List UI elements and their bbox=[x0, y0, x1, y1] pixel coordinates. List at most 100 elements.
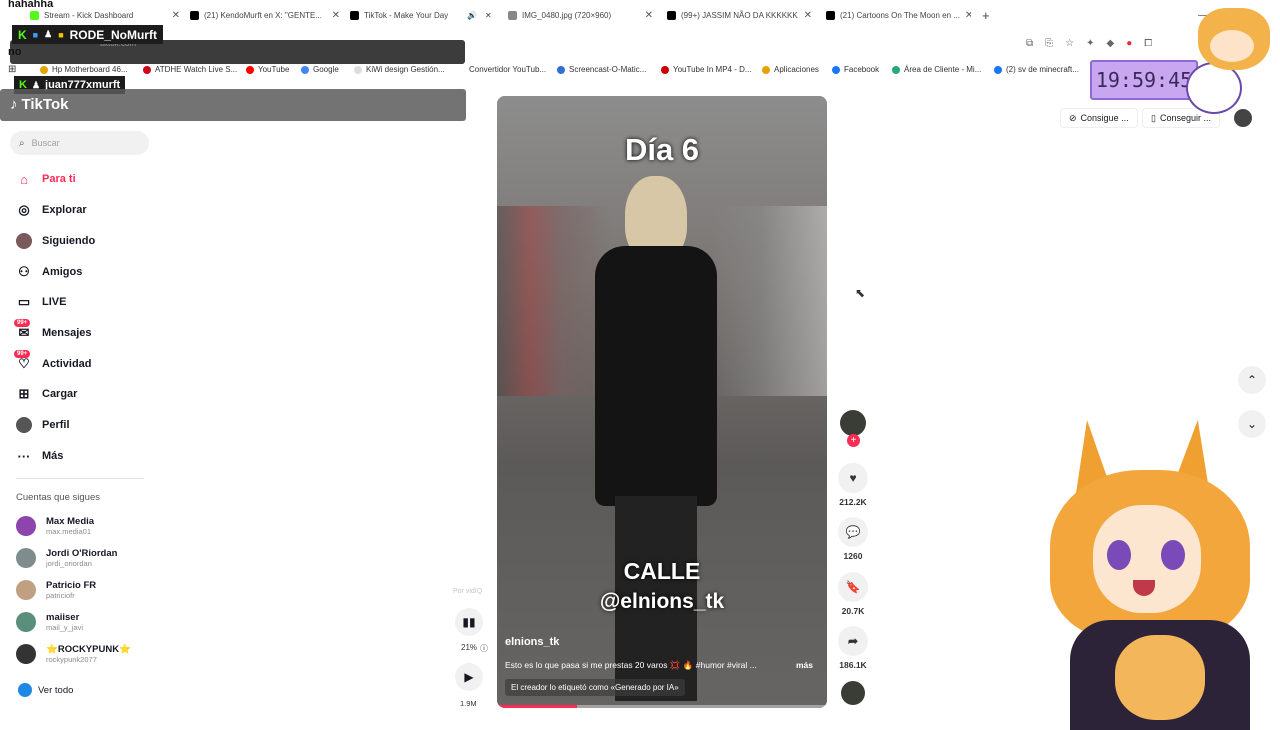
nav-siguiendo[interactable]: Siguiendo bbox=[16, 233, 95, 249]
bookmark-label: YouTube bbox=[258, 65, 290, 74]
following-account[interactable]: Max Media max.media01 bbox=[16, 516, 94, 536]
translate-icon[interactable]: ⧉ bbox=[1026, 38, 1033, 49]
following-account[interactable]: maiiser mail_y_javi bbox=[16, 612, 83, 632]
bookmark[interactable]: YouTube In MP4 - D... bbox=[661, 65, 752, 74]
address-bar: tiktok.com ⧉ ⎘ ☆ ✦ ◆ ● ⧠ bbox=[0, 30, 1280, 64]
bookmark[interactable]: Convertidor YouTub... bbox=[457, 65, 546, 74]
extension-icon[interactable]: ✦ bbox=[1086, 38, 1094, 49]
bookmark[interactable]: ATDHE Watch Live S... bbox=[143, 65, 237, 74]
nav-mensajes[interactable]: ✉ 99+ Mensajes bbox=[14, 319, 92, 341]
share-icon: ➦ bbox=[838, 626, 868, 656]
nav-para-ti[interactable]: ⌂ Para ti bbox=[16, 171, 76, 187]
streamer-badge: K ■ ♟ ■ RODE_NoMurft bbox=[12, 25, 163, 44]
bookmark[interactable]: Screencast-O-Matic... bbox=[557, 65, 646, 74]
phone-icon: ▯ bbox=[1151, 112, 1156, 123]
following-account[interactable]: Patricio FR patriciofr bbox=[16, 580, 96, 600]
bookmark-label: YouTube In MP4 - D... bbox=[673, 65, 752, 74]
nav-perfil[interactable]: Perfil bbox=[16, 417, 70, 433]
chevron-up-icon: ⌃ bbox=[1246, 373, 1258, 387]
compass-icon: ◎ bbox=[18, 202, 30, 217]
close-tab-icon[interactable]: ✕ bbox=[645, 10, 653, 21]
x-icon bbox=[190, 10, 199, 20]
user-avatar[interactable] bbox=[1234, 109, 1252, 127]
more-link[interactable]: más bbox=[796, 660, 813, 670]
nav-amigos[interactable]: ⚇ Amigos bbox=[16, 264, 82, 280]
bookmark[interactable]: Facebook bbox=[832, 65, 879, 74]
get-coins-button[interactable]: ⊘ Consigue ... bbox=[1060, 108, 1138, 128]
search-input[interactable]: ⌕ Buscar bbox=[10, 131, 149, 155]
comment-action[interactable]: 💬 1260 bbox=[838, 517, 868, 561]
browser-tab[interactable]: (99+) JASSIM NÃO DA KKKKKK ✕ bbox=[667, 6, 812, 24]
cast-icon[interactable]: ⎘ bbox=[1045, 38, 1053, 49]
see-all-link[interactable]: Ver todo bbox=[18, 683, 73, 697]
close-tab-icon[interactable]: ✕ bbox=[965, 10, 971, 21]
facebook-icon bbox=[994, 65, 1002, 74]
chibi-face-icon bbox=[1210, 30, 1254, 62]
browser-tab[interactable]: (21) KendoMurft en X: "GENTE... ✕ bbox=[190, 6, 340, 24]
badge-icon: ■ bbox=[58, 29, 64, 40]
creator-avatar[interactable] bbox=[840, 410, 866, 436]
bookmark-icon bbox=[892, 65, 900, 74]
play-button[interactable]: ▶ bbox=[455, 663, 483, 691]
nav-cargar[interactable]: ⊞ Cargar bbox=[16, 386, 78, 402]
nav-actividad[interactable]: ♡ 99+ Actividad bbox=[14, 350, 92, 372]
bookmark[interactable]: Hp Motherboard 46... bbox=[40, 65, 128, 74]
friends-icon: ⚇ bbox=[18, 264, 30, 279]
video-author[interactable]: elnions_tk bbox=[505, 636, 559, 648]
browser-tab[interactable]: (21) Cartoons On The Moon en ... ✕ bbox=[826, 6, 971, 24]
following-account[interactable]: Jordi O'Riordan jordi_oriordan bbox=[16, 548, 117, 568]
close-tab-icon[interactable]: ✕ bbox=[172, 10, 180, 21]
like-count: 212.2K bbox=[839, 497, 867, 507]
tab-label: (21) KendoMurft en X: "GENTE... bbox=[204, 10, 322, 20]
audio-icon[interactable]: 🔊 bbox=[467, 6, 487, 24]
bookmark-icon bbox=[40, 65, 48, 74]
bookmark[interactable]: Google bbox=[301, 65, 339, 74]
tab-label: IMG_0480.jpg (720×960) bbox=[522, 10, 612, 20]
stats-button[interactable]: ▮▮ bbox=[455, 608, 483, 636]
previous-video-button[interactable]: ⌃ bbox=[1238, 366, 1266, 394]
nav-explorar[interactable]: ◎ Explorar bbox=[16, 202, 86, 218]
record-icon[interactable]: ● bbox=[1126, 38, 1132, 49]
nav-live[interactable]: ▭ LIVE bbox=[16, 294, 67, 310]
percent-value: 21% bbox=[461, 643, 478, 652]
badge-icon: ■ bbox=[32, 29, 39, 40]
tab-label: Stream - Kick Dashboard bbox=[44, 10, 134, 20]
tab-label: TikTok - Make Your Day bbox=[364, 10, 449, 20]
search-icon: ⌕ bbox=[19, 137, 25, 149]
like-action[interactable]: ♥ 212.2K bbox=[838, 463, 868, 507]
video-player[interactable]: Día 6 CALLE @elnions_tk elnions_tk Esto … bbox=[497, 96, 827, 708]
youtube-icon bbox=[246, 65, 254, 74]
browser-tab[interactable]: TikTok - Make Your Day bbox=[350, 6, 460, 24]
apps-grid-icon[interactable]: ⊞ bbox=[8, 64, 16, 75]
nav-label: Actividad bbox=[42, 358, 92, 370]
star-icon[interactable]: ☆ bbox=[1065, 38, 1074, 49]
avatar bbox=[16, 612, 36, 632]
mouse-cursor-icon: ⬉ bbox=[855, 286, 866, 300]
music-disc-icon[interactable] bbox=[841, 681, 865, 705]
save-action[interactable]: 🔖 20.7K bbox=[838, 572, 868, 616]
save-count: 20.7K bbox=[841, 606, 865, 616]
share-count: 186.1K bbox=[839, 660, 867, 670]
close-tab-icon[interactable]: ✕ bbox=[804, 10, 812, 21]
new-tab-button[interactable]: + bbox=[982, 6, 994, 24]
bookmark[interactable]: Área de Cliente - Mi... bbox=[892, 65, 981, 74]
browser-tab[interactable]: IMG_0480.jpg (720×960) ✕ bbox=[508, 6, 653, 24]
bookmark[interactable]: YouTube bbox=[246, 65, 289, 74]
badge-icon: ♟ bbox=[44, 29, 53, 39]
account-handle: jordi_oriordan bbox=[46, 559, 92, 568]
nav-label: Mensajes bbox=[42, 327, 92, 339]
nav-mas[interactable]: ··· Más bbox=[16, 448, 64, 464]
bookmark[interactable]: (2) sv de minecraft... bbox=[994, 65, 1079, 74]
progress-bar-fill bbox=[497, 705, 577, 708]
bookmark[interactable]: KiWi design Gestión... bbox=[354, 65, 445, 74]
share-action[interactable]: ➦ 186.1K bbox=[838, 626, 868, 670]
follow-plus-icon[interactable]: + bbox=[847, 434, 860, 447]
close-tab-icon[interactable]: ✕ bbox=[332, 10, 340, 21]
puzzle-icon[interactable]: ⧠ bbox=[1144, 38, 1152, 49]
video-watermark-handle: @elnions_tk bbox=[599, 590, 725, 613]
bookmark[interactable]: Aplicaciones bbox=[762, 65, 819, 74]
extension-icon[interactable]: ◆ bbox=[1107, 38, 1115, 49]
close-tab-icon[interactable]: ✕ bbox=[485, 6, 495, 24]
tiktok-logo[interactable]: ♪ TikTok bbox=[10, 96, 68, 113]
following-account[interactable]: ⭐ROCKYPUNK⭐ rockypunk2077 bbox=[16, 644, 131, 664]
